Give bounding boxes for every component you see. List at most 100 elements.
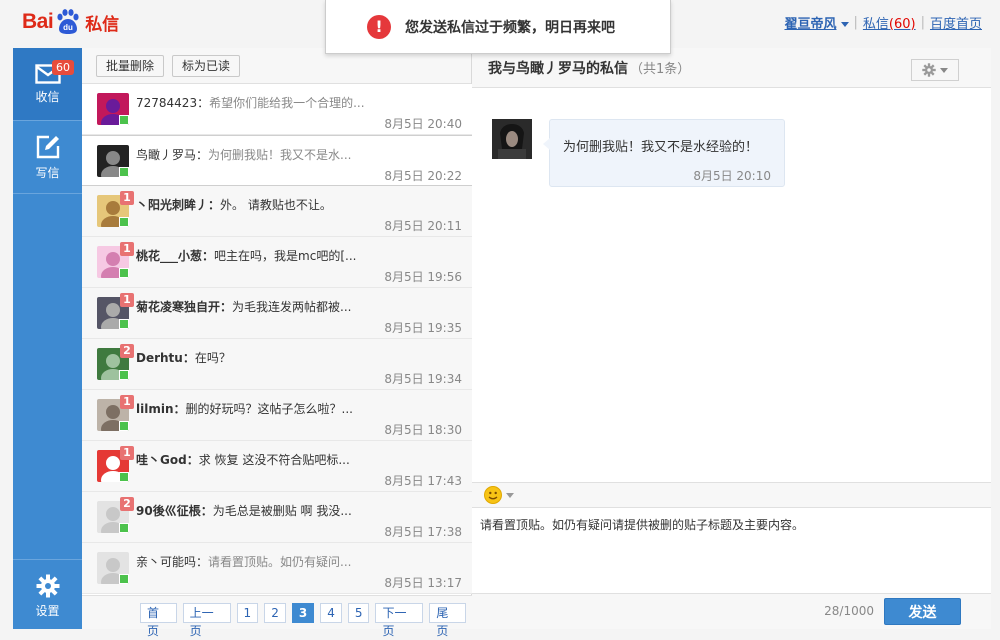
- pager-first-button[interactable]: 首页: [140, 602, 177, 638]
- conversation-row[interactable]: 鸟瞰丿罗马：为何删我贴！我又不是水... 8月5日 20:22: [82, 135, 472, 186]
- avatar[interactable]: [97, 552, 129, 584]
- logo-suffix: 私信: [85, 14, 120, 35]
- error-toast: ! 您发送私信过于频繁，明日再来吧: [325, 0, 671, 54]
- nav-inbox[interactable]: 收信 60: [13, 48, 82, 120]
- pager-prev-button[interactable]: 上一页: [182, 602, 231, 638]
- conversation-preview: 菊花凌寒独自开：为毛我连发两帖都被...: [136, 298, 366, 315]
- pager-last-button[interactable]: 尾页: [429, 602, 467, 638]
- message-preview: 外。 请教贴也不让。: [220, 198, 332, 212]
- home-link[interactable]: 百度首页: [930, 13, 982, 32]
- gear-icon: [922, 63, 936, 77]
- conversation-preview: 丶阳光刺眸丿：外。 请教贴也不让。: [136, 196, 366, 213]
- mark-read-button[interactable]: 标为已读: [172, 54, 241, 77]
- online-indicator: [119, 167, 129, 177]
- batch-delete-button[interactable]: 批量删除: [96, 54, 165, 77]
- name-separator: ：: [197, 96, 210, 110]
- online-indicator: [119, 319, 129, 329]
- conversation-panel: 批量删除 标为已读 72784423：希望你们能给我一个合理的... 8月5日 2…: [82, 48, 472, 638]
- avatar[interactable]: [97, 93, 129, 125]
- nav-settings-area: 设置: [13, 559, 82, 629]
- message-preview: 希望你们能给我一个合理的...: [209, 96, 365, 110]
- conversation-row[interactable]: 1 菊花凌寒独自开：为毛我连发两帖都被... 8月5日 19:35: [82, 288, 472, 339]
- username-link[interactable]: 翟亘帝风: [784, 13, 849, 32]
- online-indicator: [119, 370, 129, 380]
- avatar[interactable]: [97, 145, 129, 177]
- messages-link[interactable]: 私信(60): [863, 13, 916, 32]
- char-counter: 28/1000: [824, 604, 874, 618]
- message-preview: 删的好玩吗？这帖子怎么啦？...: [185, 402, 353, 416]
- unread-badge: 1: [120, 242, 134, 256]
- name-separator: ：: [196, 148, 209, 162]
- unread-badge: 1: [120, 191, 134, 205]
- message-preview: 为毛我连发两帖都被...: [232, 300, 352, 314]
- chevron-down-icon: [840, 22, 849, 27]
- online-indicator: [119, 268, 129, 278]
- nav-compose[interactable]: 写信: [13, 121, 82, 193]
- unread-badge: 1: [120, 446, 134, 460]
- message-preview: 为毛总是被删贴 啊 我没...: [212, 504, 352, 518]
- message-preview: 在吗？: [194, 351, 231, 365]
- error-icon: !: [367, 14, 391, 39]
- online-indicator: [119, 574, 129, 584]
- online-indicator: [119, 217, 129, 227]
- name-separator: ：: [208, 198, 221, 212]
- conversation-time: 8月5日 20:22: [384, 169, 462, 183]
- pager-page-4[interactable]: 4: [320, 602, 342, 623]
- conversation-time: 8月5日 19:56: [384, 270, 462, 284]
- pager-next-button[interactable]: 下一页: [375, 602, 424, 638]
- unread-badge: 1: [120, 395, 134, 409]
- messages-count: (60): [888, 17, 916, 32]
- name-separator: ：: [202, 249, 215, 263]
- conversation-row[interactable]: 1 丶阳光刺眸丿：外。 请教贴也不让。 8月5日 20:11: [82, 186, 472, 237]
- conversation-row[interactable]: 1 桃花___小葱：吧主在吗，我是mc吧的[... 8月5日 19:56: [82, 237, 472, 288]
- pager: 首页 上一页 1 2 3 4 5 下一页 尾页: [82, 595, 472, 638]
- nav-settings[interactable]: 设置: [13, 560, 82, 632]
- send-button[interactable]: 发送: [884, 598, 961, 625]
- sender-name: 哇丶God: [136, 453, 187, 467]
- send-bar: 28/1000 发送: [472, 593, 991, 629]
- inbox-badge: 60: [52, 60, 74, 75]
- conversation-preview: 72784423：希望你们能给我一个合理的...: [136, 94, 366, 111]
- divider: |: [853, 15, 858, 30]
- conversation-row[interactable]: 1 哇丶God：求 恢复 这没不符合贴吧标... 8月5日 17:43: [82, 441, 472, 492]
- sender-name: 亲丶可能吗: [136, 555, 197, 569]
- message-input[interactable]: 请看置顶贴。如仍有疑问请提供被删的贴子标题及主要内容。: [472, 508, 991, 593]
- sender-name: 桃花___小葱: [136, 249, 203, 263]
- message-text: 为何删我贴！我又不是水经验的！: [563, 140, 759, 155]
- conversation-preview: Derhtu：在吗？: [136, 349, 366, 366]
- online-indicator: [119, 115, 129, 125]
- pager-page-1[interactable]: 1: [236, 602, 259, 623]
- gear-icon: [36, 574, 59, 597]
- sender-name: 90後巛征棖: [136, 504, 201, 518]
- baidu-logo[interactable]: Bai du 私信: [22, 6, 119, 38]
- pager-page-2[interactable]: 2: [264, 602, 286, 623]
- message-preview: 吧主在吗，我是mc吧的[...: [214, 249, 357, 263]
- messages-label: 私信: [862, 17, 889, 32]
- toast-message: 您发送私信过于频繁，明日再来吧: [405, 19, 615, 36]
- conversation-row[interactable]: 2 Derhtu：在吗？ 8月5日 19:34: [82, 339, 472, 390]
- conversation-row[interactable]: 1 lilmin：删的好玩吗？这帖子怎么啦？... 8月5日 18:30: [82, 390, 472, 441]
- conversation-time: 8月5日 13:17: [384, 576, 462, 590]
- unread-badge: 1: [120, 293, 134, 307]
- divider: |: [920, 15, 925, 30]
- conversation-preview: lilmin：删的好玩吗？这帖子怎么啦？...: [136, 400, 366, 417]
- emoji-icon[interactable]: [484, 486, 502, 504]
- conversation-preview: 桃花___小葱：吧主在吗，我是mc吧的[...: [136, 247, 366, 264]
- conversation-time: 8月5日 20:40: [384, 117, 462, 131]
- chevron-down-icon[interactable]: [506, 492, 514, 498]
- conversation-time: 8月5日 20:11: [384, 219, 462, 233]
- sender-name: Derhtu: [136, 351, 183, 365]
- sender-avatar[interactable]: [492, 119, 532, 159]
- name-separator: ：: [196, 555, 209, 569]
- divider: [13, 193, 82, 194]
- conversation-row[interactable]: 亲丶可能吗：请看置顶贴。如仍有疑问... 8月5日 13:17: [82, 543, 472, 594]
- chat-settings-button[interactable]: [911, 59, 959, 81]
- name-separator: ：: [220, 300, 233, 314]
- pager-page-5[interactable]: 5: [347, 602, 370, 623]
- conversation-row[interactable]: 72784423：希望你们能给我一个合理的... 8月5日 20:40: [82, 84, 472, 135]
- nav-inbox-label: 收信: [35, 89, 60, 104]
- conversation-row[interactable]: 2 90後巛征棖：为毛总是被删贴 啊 我没... 8月5日 17:38: [82, 492, 472, 543]
- page-scrollbar[interactable]: [991, 48, 1000, 629]
- conversation-time: 8月5日 19:35: [384, 321, 462, 335]
- pager-page-3[interactable]: 3: [291, 602, 315, 623]
